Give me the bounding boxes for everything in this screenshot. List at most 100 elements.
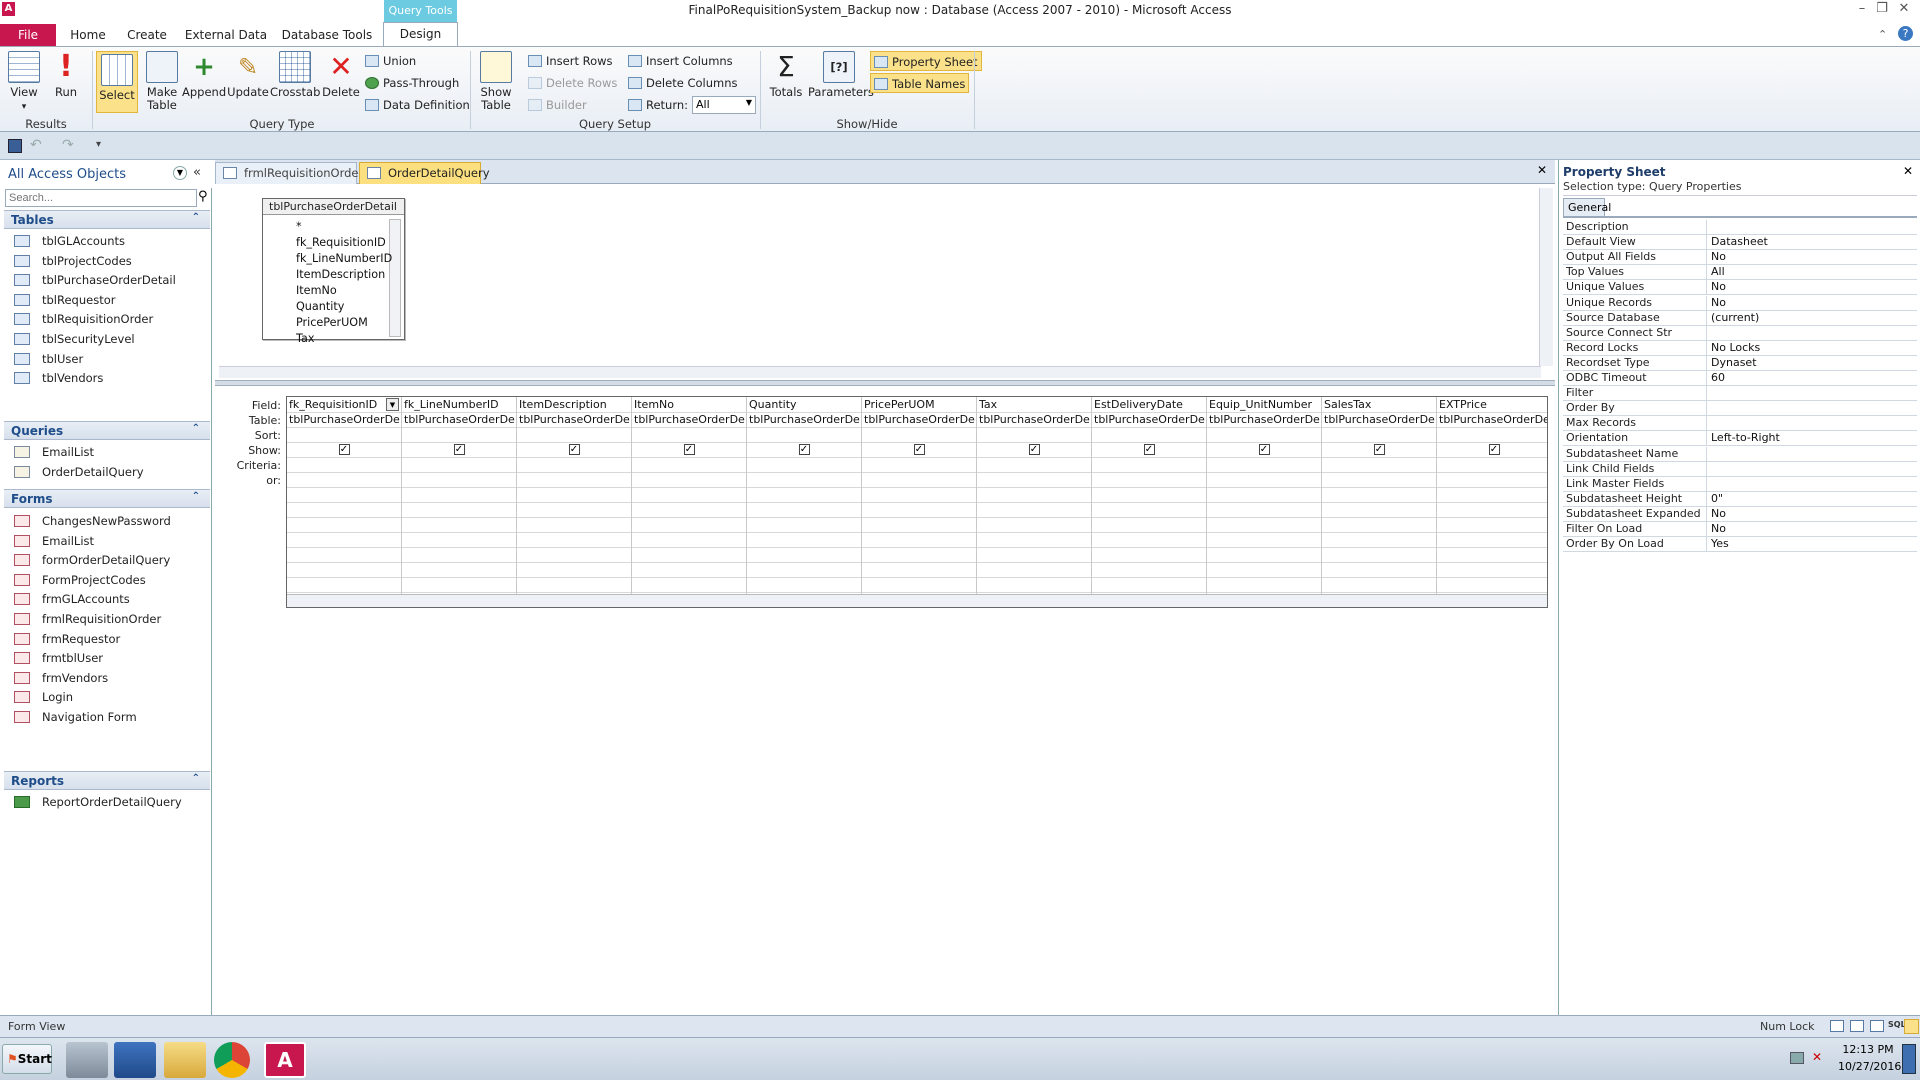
property-value[interactable] xyxy=(1706,386,1916,402)
clock-time[interactable]: 12:13 PM xyxy=(1838,1043,1898,1056)
nav-item-form[interactable]: Navigation Form xyxy=(14,706,137,728)
property-row[interactable]: Default View Datasheet xyxy=(1563,235,1917,251)
powershell-icon[interactable] xyxy=(114,1042,156,1078)
tab-general[interactable]: General xyxy=(1563,198,1611,216)
grid-column[interactable]: QuantitytblPurchaseOrderDetail ✓ xyxy=(747,397,862,607)
property-value[interactable] xyxy=(1706,446,1916,462)
property-row[interactable]: Subdatasheet Expanded No xyxy=(1563,506,1917,522)
table-names-button[interactable]: Table Names xyxy=(870,73,970,93)
grid-table-cell[interactable]: tblPurchaseOrderDetail xyxy=(1209,412,1320,427)
tab-design[interactable]: Design xyxy=(383,22,458,46)
property-row[interactable]: Unique Records No xyxy=(1563,295,1917,311)
show-checkbox[interactable]: ✓ xyxy=(1373,444,1385,455)
property-row[interactable]: Output All Fields No xyxy=(1563,250,1917,266)
grid-field-cell[interactable]: Equip_UnitNumber xyxy=(1209,397,1320,412)
nav-search-input[interactable] xyxy=(5,189,197,207)
grid-table-cell[interactable]: tblPurchaseOrderDetail xyxy=(634,412,745,427)
table-field-item[interactable]: Quantity xyxy=(296,299,344,315)
grid-table-cell[interactable]: tblPurchaseOrderDetail xyxy=(404,412,515,427)
pivot-chart-view-icon[interactable] xyxy=(1870,1020,1884,1032)
horizontal-scrollbar[interactable] xyxy=(219,366,1541,378)
field-list-scrollbar[interactable] xyxy=(389,219,401,337)
table-field-item[interactable]: fk_LineNumberID xyxy=(296,251,392,267)
property-value[interactable]: Dynaset xyxy=(1706,355,1916,371)
close-icon[interactable]: ✕ xyxy=(1894,1,1914,19)
table-field-item[interactable]: ItemDescription xyxy=(296,267,385,283)
grid-table-cell[interactable]: tblPurchaseOrderDetail xyxy=(1324,412,1435,427)
grid-column[interactable]: SalesTaxtblPurchaseOrderDetail ✓ xyxy=(1322,397,1437,607)
grid-horizontal-scrollbar[interactable] xyxy=(287,594,1547,607)
nav-section-reports[interactable]: Reports ⌃ xyxy=(4,771,210,790)
tab-file[interactable]: File xyxy=(0,24,56,46)
show-checkbox[interactable]: ✓ xyxy=(1488,444,1500,455)
show-checkbox[interactable]: ✓ xyxy=(683,444,695,455)
volume-muted-tray-icon[interactable]: ✕ xyxy=(1812,1050,1822,1064)
property-value[interactable]: Datasheet xyxy=(1706,235,1916,251)
property-row[interactable]: Source Connect Str xyxy=(1563,325,1917,341)
grid-table-cell[interactable]: tblPurchaseOrderDetail xyxy=(519,412,630,427)
search-icon[interactable]: ⚲ xyxy=(198,189,208,204)
server-manager-icon[interactable] xyxy=(66,1042,108,1078)
property-row[interactable]: Filter xyxy=(1563,386,1917,402)
run-button[interactable]: ! Run xyxy=(48,51,84,99)
show-checkbox[interactable]: ✓ xyxy=(338,444,350,455)
return-dropdown[interactable]: All ▼ xyxy=(692,96,756,114)
nav-item-querie[interactable]: OrderDetailQuery xyxy=(14,461,144,483)
show-table-button[interactable]: Show Table xyxy=(474,51,518,112)
show-checkbox[interactable]: ✓ xyxy=(913,444,925,455)
grid-column[interactable]: PricePerUOMtblPurchaseOrderDetail ✓ xyxy=(862,397,977,607)
property-row[interactable]: ODBC Timeout 60 xyxy=(1563,371,1917,386)
tab-external-data[interactable]: External Data xyxy=(184,24,268,46)
ribbon-minimize-icon[interactable]: ⌃ xyxy=(1878,28,1887,41)
property-row[interactable]: Subdatasheet Name xyxy=(1563,446,1917,462)
nav-item-report[interactable]: ReportOrderDetailQuery xyxy=(14,791,182,813)
property-value[interactable]: No xyxy=(1706,295,1916,311)
undo-icon[interactable]: ↶ xyxy=(30,137,42,153)
grid-field-cell[interactable]: fk_LineNumberID xyxy=(404,397,515,412)
nav-section-forms[interactable]: Forms ⌃ xyxy=(4,489,210,508)
property-value[interactable] xyxy=(1706,476,1916,492)
grid-column[interactable]: Equip_UnitNumbertblPurchaseOrderDetail ✓ xyxy=(1207,397,1322,607)
tab-home[interactable]: Home xyxy=(66,24,110,46)
table-field-list[interactable]: tblPurchaseOrderDetail * fk_RequisitionID… xyxy=(262,198,405,345)
make-table-button[interactable]: Make Table xyxy=(142,51,182,112)
crosstab-button[interactable]: Crosstab xyxy=(270,51,320,99)
delete-query-button[interactable]: ✕ Delete xyxy=(320,51,362,99)
nav-section-tables[interactable]: Tables ⌃ xyxy=(4,210,210,229)
nav-section-queries[interactable]: Queries ⌃ xyxy=(4,421,210,440)
show-checkbox[interactable]: ✓ xyxy=(1143,444,1155,455)
clock-date[interactable]: 10/27/2016 xyxy=(1838,1060,1901,1073)
design-view-icon[interactable] xyxy=(1904,1019,1919,1034)
grid-column[interactable]: fk_LineNumberIDtblPurchaseOrderDetail ✓ xyxy=(402,397,517,607)
datasheet-view-icon[interactable] xyxy=(1830,1020,1844,1032)
show-checkbox[interactable]: ✓ xyxy=(568,444,580,455)
delete-rows-button[interactable]: Delete Rows xyxy=(528,73,617,93)
property-value[interactable]: No xyxy=(1706,506,1916,522)
grid-column[interactable]: TaxtblPurchaseOrderDetail ✓ xyxy=(977,397,1092,607)
field-dropdown-icon[interactable]: ▼ xyxy=(386,398,399,411)
property-value[interactable] xyxy=(1706,461,1916,477)
property-value[interactable] xyxy=(1706,325,1916,341)
grid-field-cell[interactable]: ItemNo xyxy=(634,397,745,412)
property-row[interactable]: Top Values All xyxy=(1563,265,1917,281)
grid-table-cell[interactable]: tblPurchaseOrderDetail xyxy=(1094,412,1205,427)
property-value[interactable]: Left-to-Right xyxy=(1706,431,1916,447)
property-value[interactable]: 0" xyxy=(1706,491,1916,507)
property-row[interactable]: Filter On Load No xyxy=(1563,522,1917,537)
nav-item-table[interactable]: tblVendors xyxy=(14,367,103,389)
property-row[interactable]: Orientation Left-to-Right xyxy=(1563,431,1917,447)
property-value[interactable]: All xyxy=(1706,265,1916,281)
restore-icon[interactable]: ❐ xyxy=(1872,1,1892,19)
show-checkbox[interactable]: ✓ xyxy=(1028,444,1040,455)
network-tray-icon[interactable] xyxy=(1790,1052,1804,1064)
property-value[interactable]: (current) xyxy=(1706,310,1916,326)
insert-columns-button[interactable]: Insert Columns xyxy=(628,51,733,71)
view-button[interactable]: View ▾ xyxy=(4,51,44,114)
insert-rows-button[interactable]: Insert Rows xyxy=(528,51,613,71)
show-checkbox[interactable]: ✓ xyxy=(453,444,465,455)
table-field-item[interactable]: ItemNo xyxy=(296,283,337,299)
grid-table-cell[interactable]: tblPurchaseOrderDetail xyxy=(864,412,975,427)
property-row[interactable]: Subdatasheet Height 0" xyxy=(1563,491,1917,507)
pass-through-button[interactable]: Pass-Through xyxy=(365,73,459,93)
property-row[interactable]: Link Child Fields xyxy=(1563,461,1917,477)
